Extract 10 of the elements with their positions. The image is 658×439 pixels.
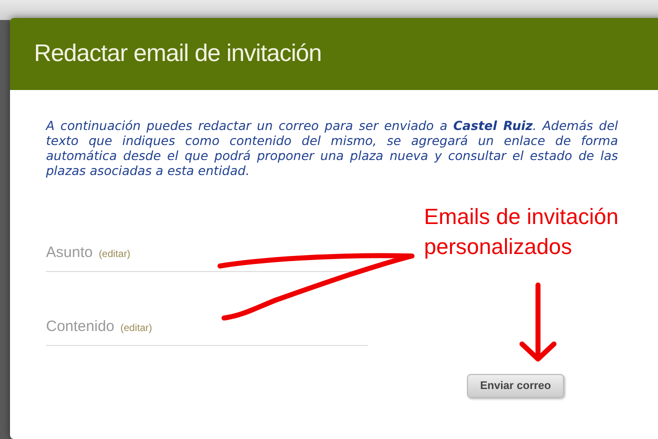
- input-field[interactable]: Contenido (editar): [46, 308, 368, 346]
- input-field[interactable]: Asunto (editar): [46, 234, 368, 272]
- send-button[interactable]: Enviar correo: [467, 374, 564, 398]
- intro-text: A continuación puedes redactar un correo para ser enviado a Castel Ruiz. Además del texto que indiques como contenido del mismo, se agregará un enlace de forma automática desde el que podrá proponer una plaza nueva y consultar el estado de las plazas asociadas a esta entidad.: [46, 118, 618, 178]
- field-label: Asunto: [46, 244, 93, 261]
- edit-link[interactable]: (editar): [98, 249, 130, 260]
- field-label: Contenido: [46, 318, 114, 335]
- edit-link[interactable]: (editar): [120, 323, 152, 334]
- dialog-title: Redactar email de invitación: [34, 40, 322, 68]
- annotation-text: Emails de invitación personalizados: [424, 203, 620, 261]
